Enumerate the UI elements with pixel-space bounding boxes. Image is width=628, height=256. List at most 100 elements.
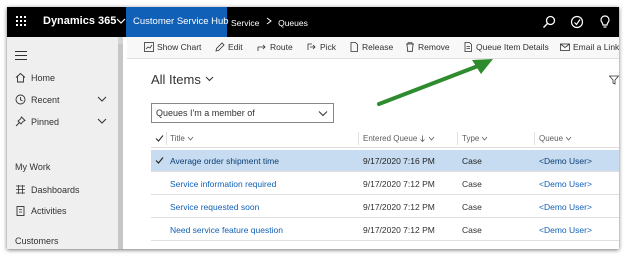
chevron-down-icon[interactable]	[97, 95, 107, 103]
pin-icon	[15, 116, 26, 127]
row-checkmark-icon[interactable]	[155, 156, 164, 165]
column-header-type[interactable]: Type	[462, 134, 488, 143]
column-title-label: Title	[170, 134, 185, 143]
show-chart-button[interactable]: Show Chart	[144, 42, 201, 56]
chevron-down-icon	[565, 136, 572, 141]
column-type-label: Type	[462, 134, 480, 143]
sort-descending-icon	[420, 135, 426, 143]
row-queue-link[interactable]: <Demo User>	[539, 156, 592, 166]
edit-label: Edit	[228, 42, 243, 52]
column-header-entered-queue[interactable]: Entered Queue	[363, 134, 435, 143]
breadcrumb-queues[interactable]: Queues	[278, 18, 308, 28]
row-title-link[interactable]: Need service feature question	[170, 225, 283, 235]
pick-label: Pick	[320, 42, 337, 52]
chevron-down-icon	[318, 111, 328, 117]
remove-button[interactable]: Remove	[405, 42, 450, 56]
route-button[interactable]: Route	[257, 42, 293, 56]
row-type: Case	[462, 179, 482, 189]
sidebar-item-label: Recent	[31, 95, 60, 105]
breadcrumb: Service Queues	[231, 17, 308, 28]
route-label: Route	[270, 42, 293, 52]
row-entered-queue: 9/17/2020 7:16 PM	[363, 156, 435, 166]
row-type: Case	[462, 156, 482, 166]
hamburger-menu-icon[interactable]	[15, 51, 27, 60]
row-queue-link[interactable]: <Demo User>	[539, 179, 592, 189]
column-queue-label: Queue	[539, 134, 564, 143]
clock-icon	[15, 94, 26, 105]
row-type: Case	[462, 202, 482, 212]
sidebar-item-pinned[interactable]: Pinned	[7, 112, 118, 132]
chevron-down-icon	[205, 76, 214, 82]
queue-item-details-button[interactable]: Queue Item Details	[463, 42, 549, 56]
site-map-nav: Home Recent Pinned My Work Dashboards Ac…	[7, 37, 123, 249]
filter-icon[interactable]	[609, 75, 619, 85]
app-window: Dynamics 365 Customer Service Hub Servic…	[7, 7, 619, 249]
column-header-queue[interactable]: Queue	[539, 134, 572, 143]
sidebar-item-label: Activities	[31, 206, 67, 216]
lightbulb-icon[interactable]	[597, 14, 613, 30]
sidebar-scrollbar-thumb[interactable]	[118, 44, 123, 249]
column-entered-queue-label: Entered Queue	[363, 134, 418, 143]
sidebar-item-activities[interactable]: Activities	[7, 201, 118, 221]
app-name-tab[interactable]: Customer Service Hub	[126, 7, 229, 37]
release-button[interactable]: Release	[349, 42, 393, 56]
breadcrumb-service[interactable]: Service	[231, 18, 259, 28]
row-entered-queue: 9/17/2020 7:12 PM	[363, 225, 435, 235]
route-icon	[257, 44, 266, 51]
pick-button[interactable]: Pick	[307, 42, 336, 56]
edit-button[interactable]: Edit	[215, 42, 243, 56]
sidebar-item-label: Home	[31, 73, 56, 83]
brand-title[interactable]: Dynamics 365	[43, 15, 116, 27]
section-title-my-work: My Work	[15, 162, 51, 172]
sidebar-item-home[interactable]: Home	[7, 68, 118, 88]
table-row[interactable]: Service information required 9/17/2020 7…	[151, 173, 619, 195]
table-row[interactable]: Average order shipment time 9/17/2020 7:…	[151, 150, 619, 172]
search-icon[interactable]	[541, 14, 557, 30]
remove-label: Remove	[418, 42, 450, 52]
chevron-right-icon	[266, 17, 272, 25]
chart-icon	[144, 42, 154, 52]
details-icon	[464, 42, 472, 52]
row-type: Case	[462, 225, 482, 235]
chevron-down-icon[interactable]	[97, 117, 107, 125]
sidebar-item-label: Dashboards	[31, 185, 80, 195]
chevron-down-icon	[187, 136, 194, 141]
sidebar-item-label: Pinned	[31, 117, 60, 127]
assistant-icon[interactable]	[569, 14, 585, 30]
view-selector[interactable]: All Items	[151, 72, 214, 87]
command-bar: Show Chart Edit Route Pick Release Remov…	[127, 37, 619, 59]
view-title: All Items	[151, 72, 201, 87]
app-launcher-icon[interactable]	[15, 15, 29, 29]
dashboard-icon	[16, 185, 25, 194]
email-a-link-label: Email a Link	[573, 42, 619, 52]
queue-filter-dropdown[interactable]: Queues I'm a member of	[151, 103, 334, 123]
sidebar-item-dashboards[interactable]: Dashboards	[7, 180, 118, 200]
queue-filter-value: Queues I'm a member of	[156, 108, 255, 118]
select-all-checkmark-icon[interactable]	[155, 134, 164, 143]
row-queue-link[interactable]: <Demo User>	[539, 225, 592, 235]
pencil-icon	[215, 42, 225, 52]
sidebar-item-recent[interactable]: Recent	[7, 90, 118, 110]
top-nav-bar: Dynamics 365 Customer Service Hub Servic…	[7, 7, 619, 37]
row-title-link[interactable]: Service information required	[170, 179, 276, 189]
section-title-customers: Customers	[15, 236, 59, 246]
home-icon	[15, 72, 26, 83]
release-label: Release	[362, 42, 394, 52]
queue-item-details-label: Queue Item Details	[476, 42, 549, 52]
email-icon	[560, 43, 570, 51]
main-content: All Items Queues I'm a member of Title E…	[127, 59, 619, 249]
row-entered-queue: 9/17/2020 7:12 PM	[363, 179, 435, 189]
column-header-title[interactable]: Title	[170, 134, 194, 143]
trash-icon	[406, 42, 414, 52]
row-title-link[interactable]: Average order shipment time	[170, 156, 279, 166]
table-row[interactable]: Service requested soon 9/17/2020 7:12 PM…	[151, 196, 619, 218]
row-title-link[interactable]: Service requested soon	[170, 202, 259, 212]
pick-icon	[307, 43, 316, 50]
document-icon	[350, 42, 358, 52]
grid-header: Title Entered Queue Type Queue	[151, 129, 619, 148]
chevron-down-icon	[482, 136, 488, 141]
email-a-link-button[interactable]: Email a Link	[560, 42, 619, 56]
row-queue-link[interactable]: <Demo User>	[539, 202, 592, 212]
table-row[interactable]: Need service feature question 9/17/2020 …	[151, 219, 619, 241]
clipboard-icon	[16, 206, 25, 216]
